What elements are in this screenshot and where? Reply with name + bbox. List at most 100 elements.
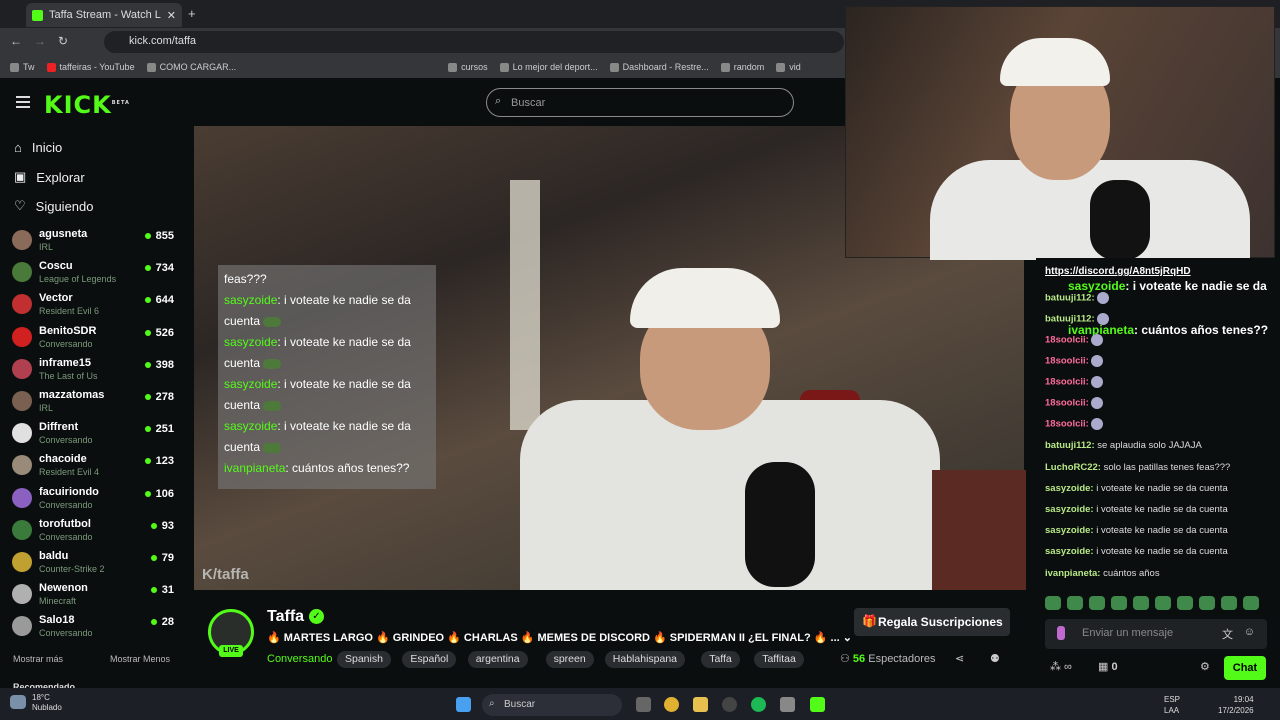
bookmark-item[interactable]: random xyxy=(720,62,764,72)
bookmark-item[interactable]: taffeiras - YouTube xyxy=(46,62,135,72)
spotify-icon[interactable] xyxy=(751,697,766,712)
emote-icon[interactable] xyxy=(1045,596,1061,610)
chat-message-input[interactable]: Enviar un mensaje 文 ☺ xyxy=(1045,619,1267,649)
nav-explorar[interactable]: ▣ Explorar xyxy=(14,169,85,185)
show-less-button[interactable]: Mostrar Menos xyxy=(110,654,170,664)
chat-username[interactable]: batuuji112: xyxy=(1045,293,1095,304)
emoji-icon[interactable]: ☺ xyxy=(1244,626,1255,638)
chat-username[interactable]: sasyzoide: xyxy=(1045,504,1094,515)
emote-icon xyxy=(1091,334,1104,346)
emote-icon xyxy=(1097,313,1110,325)
chat-username[interactable]: LuchoRC22: xyxy=(1045,462,1101,473)
sidebar-channel[interactable]: mazzatomas IRL 278 xyxy=(12,389,180,421)
chrome-icon[interactable] xyxy=(664,697,679,712)
chat-username[interactable]: sasyzoide: xyxy=(1045,546,1094,557)
tag-chip[interactable]: argentina xyxy=(467,651,528,668)
sidebar-channel[interactable]: chacoide Resident Evil 4 123 xyxy=(12,453,180,485)
kick-app-icon[interactable] xyxy=(810,697,825,712)
store-icon[interactable] xyxy=(780,697,795,712)
sidebar-channel[interactable]: Diffrent Conversando 251 xyxy=(12,421,180,453)
hamburger-menu-icon[interactable] xyxy=(16,96,30,108)
chat-username[interactable]: batuuji112: xyxy=(1045,314,1095,325)
emote-icon[interactable] xyxy=(1199,596,1215,610)
search-input[interactable]: ⌕ Buscar xyxy=(486,88,794,117)
sidebar-channel[interactable]: facuiriondo Conversando 106 xyxy=(12,486,180,518)
chevron-down-icon[interactable]: ⌄ xyxy=(843,632,852,644)
bookmark-item[interactable]: Tw xyxy=(10,62,35,72)
sidebar-channel[interactable]: BenitoSDR Conversando 526 xyxy=(12,325,180,357)
chat-message: 18soolcii: xyxy=(1045,334,1104,346)
sidebar-channel[interactable]: inframe15 The Last of Us 398 xyxy=(12,357,180,389)
system-clock[interactable]: 19:04 17/2/2026 xyxy=(1218,694,1254,716)
tag-chip[interactable]: Spanish xyxy=(337,651,391,668)
sidebar-channel[interactable]: Coscu League of Legends 734 xyxy=(12,260,180,292)
weather-widget[interactable]: 18°C Nublado xyxy=(32,693,62,713)
translate-icon[interactable]: 文 xyxy=(1222,626,1233,642)
emote-icon[interactable] xyxy=(1155,596,1171,610)
chat-username[interactable]: 18soolcii: xyxy=(1045,419,1089,430)
points-icon[interactable]: ⁂ ∞ xyxy=(1050,660,1072,673)
channel-name: inframe15 xyxy=(39,356,91,369)
sidebar-channel[interactable]: Newenon Minecraft 31 xyxy=(12,582,180,614)
emote-icon[interactable] xyxy=(1089,596,1105,610)
emote-icon[interactable] xyxy=(1111,596,1127,610)
sidebar-channel[interactable]: torofutbol Conversando 93 xyxy=(12,518,180,550)
emote-bar[interactable] xyxy=(1045,596,1267,612)
emote-icon[interactable] xyxy=(1177,596,1193,610)
follow-user-icon[interactable]: ⚉ xyxy=(990,652,1000,665)
chat-username[interactable]: ivanpianeta: xyxy=(1045,568,1100,579)
windows-start-icon[interactable] xyxy=(456,697,471,712)
reload-icon[interactable]: ↻ xyxy=(58,34,68,48)
chat-message: batuuji112: xyxy=(1045,292,1110,304)
bookmark-item[interactable]: vid xyxy=(776,62,801,72)
tag-chip[interactable]: Taffitaa xyxy=(754,651,804,668)
chat-username[interactable]: batuuji112: xyxy=(1045,440,1095,451)
nav-siguiendo[interactable]: ♡ Siguiendo xyxy=(14,198,93,214)
category-link[interactable]: Conversando xyxy=(267,653,332,665)
kick-logo[interactable]: KICKBETA xyxy=(44,91,130,119)
file-explorer-icon[interactable] xyxy=(693,697,708,712)
forward-icon[interactable]: → xyxy=(34,34,46,48)
close-tab-icon[interactable]: ✕ xyxy=(167,9,176,22)
browser-tab[interactable]: Taffa Stream - Watch Live o ✕ xyxy=(26,3,182,27)
new-tab-icon[interactable]: + xyxy=(188,6,196,21)
tag-chip[interactable]: spreen xyxy=(545,651,594,668)
obs-icon[interactable] xyxy=(722,697,737,712)
sidebar-channel[interactable]: baldu Counter-Strike 2 79 xyxy=(12,550,180,582)
chat-username[interactable]: 18soolcii: xyxy=(1045,398,1089,409)
task-view-icon[interactable] xyxy=(636,697,651,712)
sidebar-channel[interactable]: Vector Resident Evil 6 644 xyxy=(12,292,180,324)
share-icon[interactable]: ⋖ xyxy=(955,652,964,665)
channel-name[interactable]: Taffa xyxy=(267,608,304,626)
chat-username[interactable]: 18soolcii: xyxy=(1045,356,1089,367)
chat-discord-link[interactable]: https://discord.gg/A8nt5jRqHD xyxy=(1045,266,1191,277)
rewards-display[interactable]: ▦ 0 xyxy=(1098,660,1118,673)
chat-username[interactable]: sasyzoide: xyxy=(1045,483,1094,494)
emote-icon[interactable] xyxy=(1067,596,1083,610)
chat-username[interactable]: sasyzoide: xyxy=(1045,525,1094,536)
sidebar-channel[interactable]: Salo18 Conversando 28 xyxy=(12,614,180,646)
emote-icon[interactable] xyxy=(1243,596,1259,610)
back-icon[interactable]: ← xyxy=(10,34,22,48)
show-more-button[interactable]: Mostrar más xyxy=(13,654,63,664)
bookmark-item[interactable]: cursos xyxy=(448,62,488,72)
chat-username[interactable]: 18soolcii: xyxy=(1045,335,1089,346)
emote-icon[interactable] xyxy=(1133,596,1149,610)
gift-subscriptions-button[interactable]: 🎁 Regala Suscripciones xyxy=(854,608,1010,636)
bookmark-item[interactable]: Dashboard - Restre... xyxy=(609,62,709,72)
chat-send-button[interactable]: Chat xyxy=(1224,656,1266,680)
channel-avatar xyxy=(12,519,32,540)
language-indicator[interactable]: ESP LAA xyxy=(1164,694,1180,716)
chat-username[interactable]: 18soolcii: xyxy=(1045,377,1089,388)
tag-chip[interactable]: Español xyxy=(402,651,457,668)
bookmark-item[interactable]: Lo mejor del deport... xyxy=(499,62,598,72)
taskbar-search[interactable]: ⌕ Buscar xyxy=(482,694,622,716)
sidebar-channel[interactable]: agusneta IRL 855 xyxy=(12,228,180,260)
tag-chip[interactable]: Hablahispana xyxy=(604,651,686,668)
settings-icon[interactable]: ⚙ xyxy=(1200,660,1210,673)
bookmark-item[interactable]: COMO CARGAR... xyxy=(146,62,236,72)
nav-inicio[interactable]: ⌂ Inicio xyxy=(14,140,62,155)
tag-chip[interactable]: Taffa xyxy=(701,651,740,668)
url-field[interactable]: kick.com/taffa xyxy=(104,31,844,53)
emote-icon[interactable] xyxy=(1221,596,1237,610)
